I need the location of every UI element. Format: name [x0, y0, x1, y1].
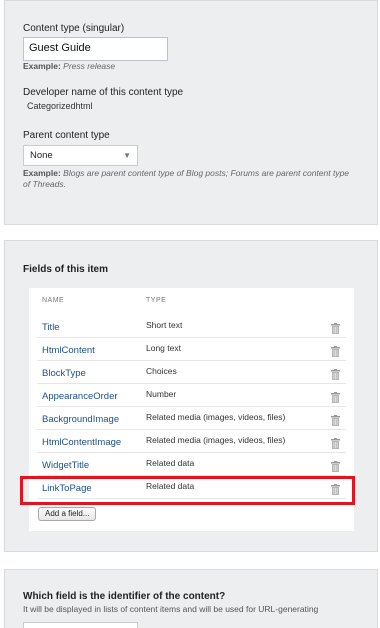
- table-row: BackgroundImage Related media (images, vi…: [37, 408, 346, 430]
- table-row: HtmlContentImage Related media (images, v…: [37, 431, 346, 453]
- identifier-select[interactable]: [23, 622, 138, 628]
- trash-icon[interactable]: [331, 390, 340, 403]
- field-type: Related data: [146, 458, 195, 468]
- field-name-link[interactable]: HtmlContent: [42, 345, 95, 356]
- chevron-down-icon: ▼: [123, 151, 131, 160]
- highlight-box: [20, 476, 355, 505]
- trash-icon[interactable]: [331, 413, 340, 426]
- parent-type-selected: None: [30, 150, 53, 161]
- field-name-link[interactable]: BackgroundImage: [42, 414, 119, 425]
- field-type: Short text: [146, 320, 183, 330]
- field-name-link[interactable]: HtmlContentImage: [42, 437, 121, 448]
- field-type: Related media (images, videos, files): [146, 435, 286, 445]
- trash-icon[interactable]: [331, 321, 340, 334]
- parent-type-example: Example: Blogs are parent content type o…: [23, 168, 350, 189]
- field-type: Number: [146, 389, 177, 399]
- fields-title: Fields of this item: [23, 264, 109, 275]
- field-name-link[interactable]: WidgetTitle: [42, 460, 89, 471]
- content-type-input[interactable]: Guest Guide: [23, 37, 168, 61]
- content-type-label: Content type (singular): [23, 23, 125, 34]
- column-header-name: NAME: [42, 297, 65, 304]
- field-name-link[interactable]: Title: [42, 322, 60, 333]
- add-field-button[interactable]: Add a field...: [38, 507, 97, 521]
- trash-icon[interactable]: [331, 344, 340, 357]
- parent-type-label: Parent content type: [23, 130, 110, 141]
- table-row: HtmlContent Long text: [37, 339, 346, 361]
- table-row: WidgetTitle Related data: [37, 454, 346, 476]
- field-type: Choices: [146, 366, 177, 376]
- column-header-type: TYPE: [146, 297, 167, 304]
- trash-icon[interactable]: [331, 459, 340, 472]
- trash-icon[interactable]: [331, 367, 340, 380]
- table-row: AppearanceOrder Number: [37, 385, 346, 407]
- developer-name-label: Developer name of this content type: [23, 87, 184, 98]
- field-name-link[interactable]: AppearanceOrder: [42, 391, 118, 402]
- content-type-example: Example: Press release: [23, 61, 116, 71]
- field-name-link[interactable]: BlockType: [42, 368, 86, 379]
- developer-name-value: Categorizedhtml: [27, 101, 93, 111]
- table-row: BlockType Choices: [37, 362, 346, 384]
- trash-icon[interactable]: [331, 436, 340, 449]
- identifier-help: It will be displayed in lists of content…: [23, 604, 319, 614]
- table-row: Title Short text: [37, 316, 346, 338]
- field-type: Related media (images, videos, files): [146, 412, 286, 422]
- field-type: Long text: [146, 343, 181, 353]
- parent-type-select[interactable]: None ▼: [23, 145, 138, 166]
- identifier-title: Which field is the identifier of the con…: [23, 591, 226, 602]
